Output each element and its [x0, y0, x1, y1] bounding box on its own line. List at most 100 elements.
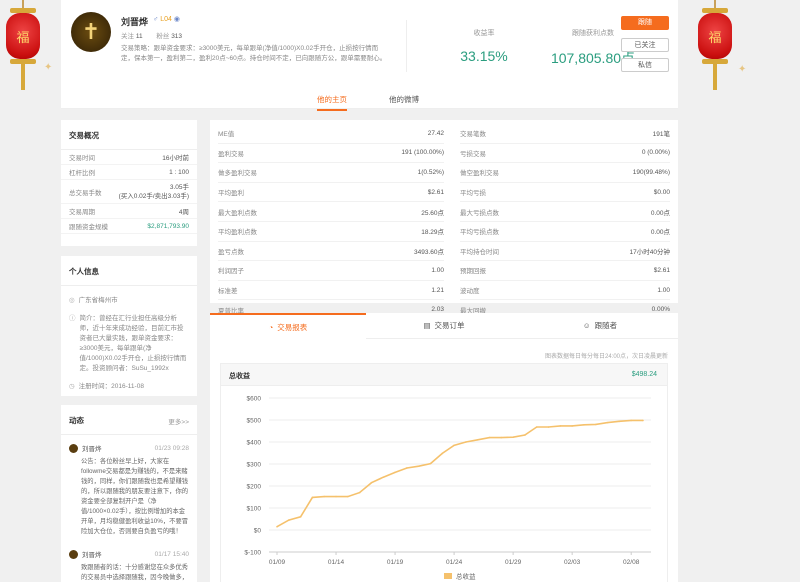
- data-point: [406, 467, 408, 469]
- followed-button[interactable]: 已关注: [621, 38, 669, 52]
- stats-value: 3493.60点: [414, 248, 444, 256]
- tab-label: 交易订单: [434, 321, 465, 330]
- location-row: ◎ 广东省梅州市: [61, 292, 197, 310]
- data-point: [311, 496, 314, 499]
- stats-label: 预期回报: [460, 268, 486, 276]
- report-panel: ◔ 交易报表 ▤ 交易订单 ☺ 跟随者 图表数据每日每分每日24:00点，次日凌晨更新…: [210, 313, 678, 582]
- tab-homepage[interactable]: 他的主页: [317, 94, 347, 111]
- data-point: [299, 516, 302, 518]
- stats-row: 预期回报 $2.61: [460, 261, 670, 281]
- overview-value: $2,871,793.90: [147, 222, 189, 230]
- tab-trading-report[interactable]: ◔ 交易报表: [210, 313, 366, 339]
- chart-total-value: $498.24: [631, 371, 657, 378]
- avatar: [69, 443, 78, 453]
- overview-label: 杠杆比例: [69, 170, 95, 177]
- total-profit-line-chart[interactable]: $-100 $0 $100 $200 $300 $400 $500 $600 01/09 01/1…: [221, 386, 667, 582]
- data-point: [382, 476, 385, 478]
- lots-breakdown: (买入0.02手/卖出3.03手): [118, 192, 189, 200]
- stats-value: 0.00点: [650, 229, 670, 237]
- stats-value: $2.61: [427, 188, 444, 196]
- document-icon: ▤: [423, 321, 431, 330]
- more-link[interactable]: 更多>>: [168, 416, 189, 426]
- stats-value: $0.00: [653, 188, 670, 196]
- stats-label: 波动度: [460, 288, 480, 296]
- stats-row: 盈亏点数 3493.60点: [218, 242, 444, 262]
- stats-label: ME值: [218, 131, 235, 139]
- legend-swatch: [444, 573, 452, 579]
- news-user[interactable]: 刘晋烨: [82, 549, 102, 559]
- legend-label: 总收益: [456, 572, 476, 581]
- y-tick-label: $-100: [244, 550, 261, 557]
- chart-icon: ◔: [268, 323, 274, 332]
- stats-row: 波动度 1.00: [460, 281, 670, 301]
- return-rate-stat: 收益率 33.15%: [449, 28, 519, 64]
- stats-label: 利润因子: [218, 268, 244, 276]
- copy-trade-button[interactable]: 跟随: [621, 16, 669, 30]
- user-badges: ♂ L04 ◉: [153, 15, 180, 23]
- stats-value: 1(0.52%): [417, 168, 444, 176]
- stats-value: 0.00点: [650, 209, 670, 217]
- chart-header: 总收益 $498.24: [221, 364, 667, 386]
- trading-strategy-bio: 交易策略：跟单资金要求：≥3000美元，每单跟单(净值/1000)X0.02手开…: [121, 45, 387, 62]
- stats-label: 平均持仓时间: [460, 248, 499, 256]
- stats-label: 交易笔数: [460, 131, 486, 139]
- overview-title: 交易概况: [61, 120, 197, 150]
- x-tick-label: 01/09: [269, 559, 286, 566]
- overview-label: 交易时间: [69, 155, 95, 162]
- tab-followers[interactable]: ☺ 跟随者: [522, 313, 678, 339]
- overview-label: 交易周期: [69, 209, 95, 216]
- location-pin-icon: ◎: [69, 297, 75, 304]
- overview-row: 跟随资金规模 $2,871,793.90: [61, 219, 197, 234]
- tab-label: 跟随者: [594, 321, 618, 330]
- divider: [406, 20, 407, 72]
- overview-value: 16小时前: [162, 155, 189, 162]
- data-point: [500, 436, 503, 439]
- register-text: 注册时间：2016-11-08: [78, 383, 144, 390]
- news-item[interactable]: 刘晋烨 01/17 15:40 致跟随者的话：十分感谢您在众多优秀的交易员中选择跟…: [61, 541, 197, 582]
- y-tick-label: $600: [247, 396, 262, 403]
- fans-count[interactable]: 313: [171, 33, 182, 40]
- overview-value: 3.05手 (买入0.02手/卖出3.03手): [119, 183, 189, 201]
- location-text: 广东省梅州市: [78, 297, 118, 304]
- username[interactable]: 刘晋烨: [121, 15, 148, 28]
- data-point: [488, 436, 491, 439]
- follow-count[interactable]: 11: [136, 33, 143, 40]
- avatar[interactable]: ✝: [71, 12, 111, 52]
- stats-value: $2.61: [653, 266, 670, 274]
- x-tick-label: 01/19: [387, 559, 404, 566]
- message-button[interactable]: 私信: [621, 58, 669, 72]
- fu-character-icon: 福: [698, 13, 732, 59]
- overview-value: 1 : 100: [169, 168, 189, 176]
- news-user[interactable]: 刘晋烨: [82, 443, 102, 453]
- stats-row: 交易笔数 191笔: [460, 124, 670, 144]
- stats-column-left: ME值 27.42 盈利交易 191 (100.00%) 做多盈利交易 1(0.52%) 平…: [218, 124, 444, 320]
- data-point: [429, 462, 432, 465]
- register-row: ◷ 注册时间：2016-11-08: [61, 378, 197, 396]
- stats-value: 17小时40分钟: [629, 248, 670, 256]
- stats-row: 标准差 1.21: [218, 281, 444, 301]
- chart-title: 总收益: [229, 373, 250, 380]
- stats-row: 平均持仓时间 17小时40分钟: [460, 242, 670, 262]
- tab-trading-orders[interactable]: ▤ 交易订单: [366, 313, 522, 339]
- news-item[interactable]: 刘晋烨 01/23 09:28 公告：各位粉丝早上好，大家在followme交易都…: [61, 435, 197, 541]
- stats-value: 190(99.48%): [632, 168, 670, 176]
- stats-label: 做多盈利交易: [218, 170, 257, 178]
- data-point: [642, 419, 644, 422]
- overview-row: 总交易手数 3.05手 (买入0.02手/卖出3.03手): [61, 180, 197, 204]
- stats-value: 191 (100.00%): [401, 149, 444, 157]
- data-point: [618, 420, 621, 423]
- data-point: [453, 444, 455, 447]
- stats-value: 0 (0.00%): [641, 149, 670, 157]
- y-tick-label: $400: [247, 440, 262, 447]
- trading-stats-table: ME值 27.42 盈利交易 191 (100.00%) 做多盈利交易 1(0.52%) 平…: [210, 120, 678, 320]
- x-tick-label: 01/14: [328, 559, 345, 566]
- tab-weibo[interactable]: 他的微博: [389, 94, 419, 105]
- news-time: 01/17 15:40: [154, 550, 189, 558]
- stats-row: 平均盈利点数 18.29点: [218, 222, 444, 242]
- data-point: [347, 495, 349, 498]
- level-badge: L04: [160, 16, 172, 23]
- eye-icon: ◉: [173, 16, 180, 23]
- stats-value: 27.42: [427, 129, 444, 137]
- overview-row: 交易时间 16小时前: [61, 150, 197, 165]
- y-tick-label: $200: [247, 484, 262, 491]
